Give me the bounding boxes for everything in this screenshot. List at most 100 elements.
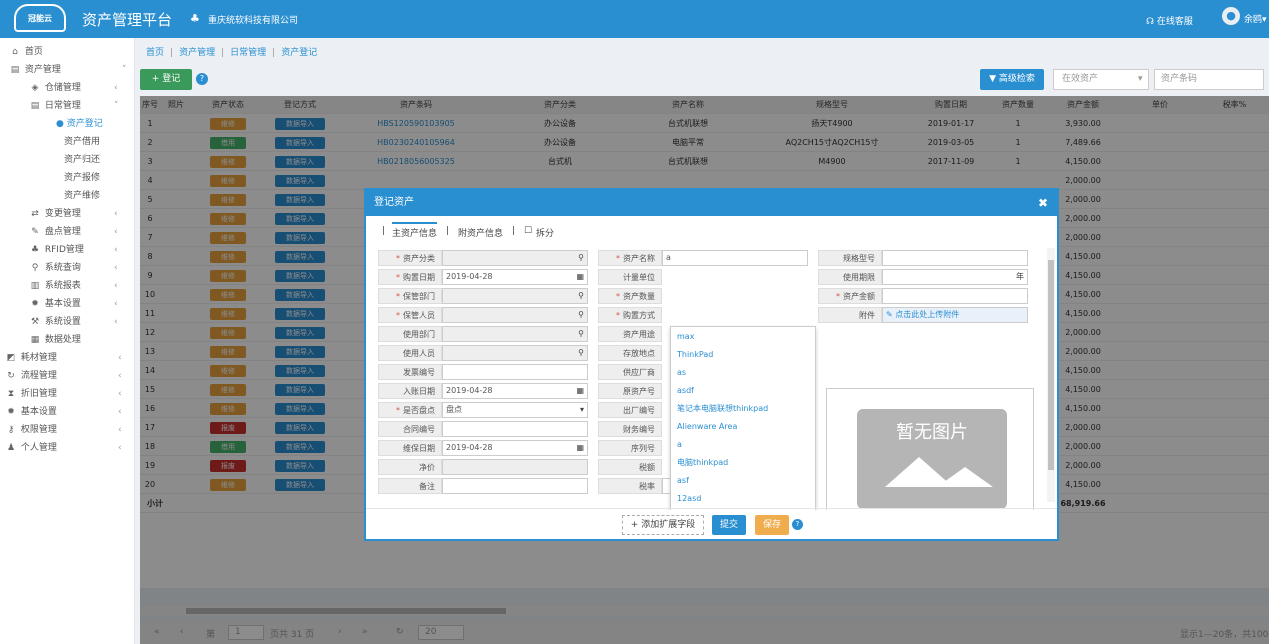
keeper-label: * 保管人员 <box>378 307 442 323</box>
category-input[interactable]: ⚲ <box>442 250 588 266</box>
suggestion-item[interactable]: 12asd <box>677 491 701 507</box>
sidebar-item-basic-settings-2[interactable]: ✹ 基本设置 ‹ <box>4 403 121 421</box>
sidebar-item-data[interactable]: ▦ 数据处理 <box>28 331 81 349</box>
sidebar-item-label: 资产管理 <box>24 65 61 75</box>
spec-input[interactable] <box>882 250 1028 266</box>
online-service-link[interactable]: ☊ 在线客服 <box>1146 14 1193 27</box>
search-icon[interactable]: ⚲ <box>578 251 584 265</box>
submit-button[interactable]: 提交 <box>712 515 746 535</box>
search-icon[interactable]: ⚲ <box>578 289 584 303</box>
user-menu[interactable]: 余鸥▾ <box>1244 12 1267 25</box>
suggestion-item[interactable]: a <box>677 437 682 453</box>
sidebar-item-asset-borrow[interactable]: 资产借用 <box>64 133 100 151</box>
sidebar-item-workflow[interactable]: ↻ 流程管理 ‹ <box>4 367 121 385</box>
sitemap-icon: ♣ <box>30 245 40 255</box>
dialog-scrollbar[interactable] <box>1047 248 1055 502</box>
calendar-icon[interactable]: ▦ <box>576 270 584 284</box>
factory-no-label: 出厂编号 <box>598 402 662 418</box>
chevron-left-icon: ‹ <box>114 245 118 255</box>
usage-label: 资产用途 <box>598 326 662 342</box>
is-count-select[interactable]: 盘点 ▾ <box>442 402 588 418</box>
buy-date-input[interactable]: 2019-04-28 ▦ <box>442 269 588 285</box>
breadcrumb-register[interactable]: 资产登记 <box>281 48 317 58</box>
tab-sub-info[interactable]: 附资产信息 <box>458 226 503 239</box>
serial-label: 序列号 <box>598 440 662 456</box>
tax-label: 税额 <box>598 459 662 475</box>
sidebar-item-asset-register[interactable]: ● 资产登记 <box>56 115 103 133</box>
sidebar-item-asset-mgmt[interactable]: ▤ 资产管理 ˅ <box>8 61 127 79</box>
status-select[interactable]: 在效资产 ▾ <box>1053 69 1149 90</box>
register-button[interactable]: + 登记 <box>140 69 192 90</box>
save-button[interactable]: 保存 <box>755 515 789 535</box>
supplier-label: 供应厂商 <box>598 364 662 380</box>
upload-attachment[interactable]: ✎ 点击此处上传附件 <box>882 307 1028 323</box>
entry-date-input[interactable]: 2019-04-28 ▦ <box>442 383 588 399</box>
sidebar-item-rfid[interactable]: ♣ RFID管理 ‹ <box>28 241 118 259</box>
split-checkbox[interactable]: ☐ <box>524 226 532 236</box>
suggestion-item[interactable]: 电脑thinkpad <box>677 455 728 471</box>
period-input[interactable]: 年 <box>882 269 1028 285</box>
sidebar-item-permissions[interactable]: ⚷ 权限管理 ‹ <box>4 421 122 439</box>
sidebar-item-query[interactable]: ⚲ 系统查询 ‹ <box>28 259 118 277</box>
sidebar-item-depreciation[interactable]: ⧗ 折旧管理 ‹ <box>4 385 122 403</box>
contract-input[interactable] <box>442 421 588 437</box>
sidebar-item-asset-repair[interactable]: 资产维修 <box>64 187 100 205</box>
user-input[interactable]: ⚲ <box>442 345 588 361</box>
sidebar-item-change[interactable]: ⇄ 变更管理 ‹ <box>28 205 117 223</box>
remark-label: 备注 <box>378 478 442 494</box>
sidebar-item-label: 资产归还 <box>64 155 101 165</box>
calendar-icon[interactable]: ▦ <box>576 441 584 455</box>
sidebar-item-home[interactable]: ⌂ 首页 <box>8 43 43 61</box>
name-suggestion-dropdown: max ThinkPad as asdf 笔记本电脑联想thinkpad Ali… <box>670 326 816 510</box>
sidebar-item-inventory[interactable]: ✎ 盘点管理 ‹ <box>28 223 117 241</box>
search-icon[interactable]: ⚲ <box>578 327 584 341</box>
advanced-search-button[interactable]: ▼ 高级检索 <box>980 69 1044 90</box>
warranty-input[interactable]: 2019-04-28 ▦ <box>442 440 588 456</box>
breadcrumb-home[interactable]: 首页 <box>146 48 164 58</box>
keep-dept-input[interactable]: ⚲ <box>442 288 588 304</box>
sidebar-item-asset-report-repair[interactable]: 资产报修 <box>64 169 100 187</box>
remark-input[interactable] <box>442 478 588 494</box>
sidebar-item-reports[interactable]: ▥ 系统报表 ‹ <box>28 277 118 295</box>
asset-name-input[interactable]: a <box>662 250 808 266</box>
sidebar-item-label: 仓储管理 <box>44 83 81 93</box>
app-logo[interactable]: 冠能云 <box>14 4 66 32</box>
amount-input[interactable] <box>882 288 1028 304</box>
calendar-icon[interactable]: ▦ <box>576 384 584 398</box>
suggestion-item[interactable]: asf <box>677 473 689 489</box>
suggestion-item[interactable]: 笔记本电脑联想thinkpad <box>677 401 768 417</box>
sidebar-item-consumables[interactable]: ◩ 耗材管理 ‹ <box>4 349 122 367</box>
sidebar-item-label: 耗材管理 <box>20 353 57 363</box>
invoice-input[interactable] <box>442 364 588 380</box>
suggestion-item[interactable]: ThinkPad <box>677 347 713 363</box>
dialog-tabs: | 主资产信息 | 附资产信息 | ☐ 拆分 <box>366 222 1057 242</box>
sidebar-item-personal[interactable]: ♟ 个人管理 ‹ <box>4 439 122 457</box>
help-icon[interactable]: ? <box>196 73 208 85</box>
asset-code-input[interactable]: 资产条码 <box>1154 69 1264 90</box>
caret-down-icon: ▾ <box>1138 74 1143 84</box>
sidebar-item-daily[interactable]: ▤ 日常管理 ˅ <box>28 97 119 115</box>
keeper-input[interactable]: ⚲ <box>442 307 588 323</box>
use-dept-input[interactable]: ⚲ <box>442 326 588 342</box>
search-icon[interactable]: ⚲ <box>578 346 584 360</box>
search-icon[interactable]: ⚲ <box>578 308 584 322</box>
suggestion-item[interactable]: Alienware Area <box>677 419 737 435</box>
breadcrumb-daily[interactable]: 日常管理 <box>230 48 266 58</box>
sidebar-item-basic-settings[interactable]: ✹ 基本设置 ‹ <box>28 295 117 313</box>
tab-main-info[interactable]: 主资产信息 <box>392 222 438 239</box>
breadcrumb-asset-mgmt[interactable]: 资产管理 <box>179 48 215 58</box>
suggestion-item[interactable]: asdf <box>677 383 694 399</box>
suggestion-item[interactable]: max <box>677 329 694 345</box>
close-icon[interactable]: ✖ <box>1038 190 1048 216</box>
sidebar-item-warehouse[interactable]: ◈ 仓储管理 ‹ <box>28 79 118 97</box>
avatar[interactable]: ● <box>1222 7 1240 25</box>
photo-placeholder: 暂无图片 <box>826 388 1034 510</box>
suggestion-item[interactable]: as <box>677 365 686 381</box>
sidebar-item-asset-return[interactable]: 资产归还 <box>64 151 100 169</box>
company-name[interactable]: 重庆统软科技有限公司 <box>208 13 298 26</box>
add-extension-field-button[interactable]: + 添加扩展字段 <box>622 515 704 535</box>
sidebar-item-system-settings[interactable]: ⚒ 系统设置 ‹ <box>28 313 118 331</box>
net-price-label: 净价 <box>378 459 442 475</box>
help-icon[interactable]: ? <box>792 519 803 530</box>
net-price-input[interactable] <box>442 459 588 475</box>
